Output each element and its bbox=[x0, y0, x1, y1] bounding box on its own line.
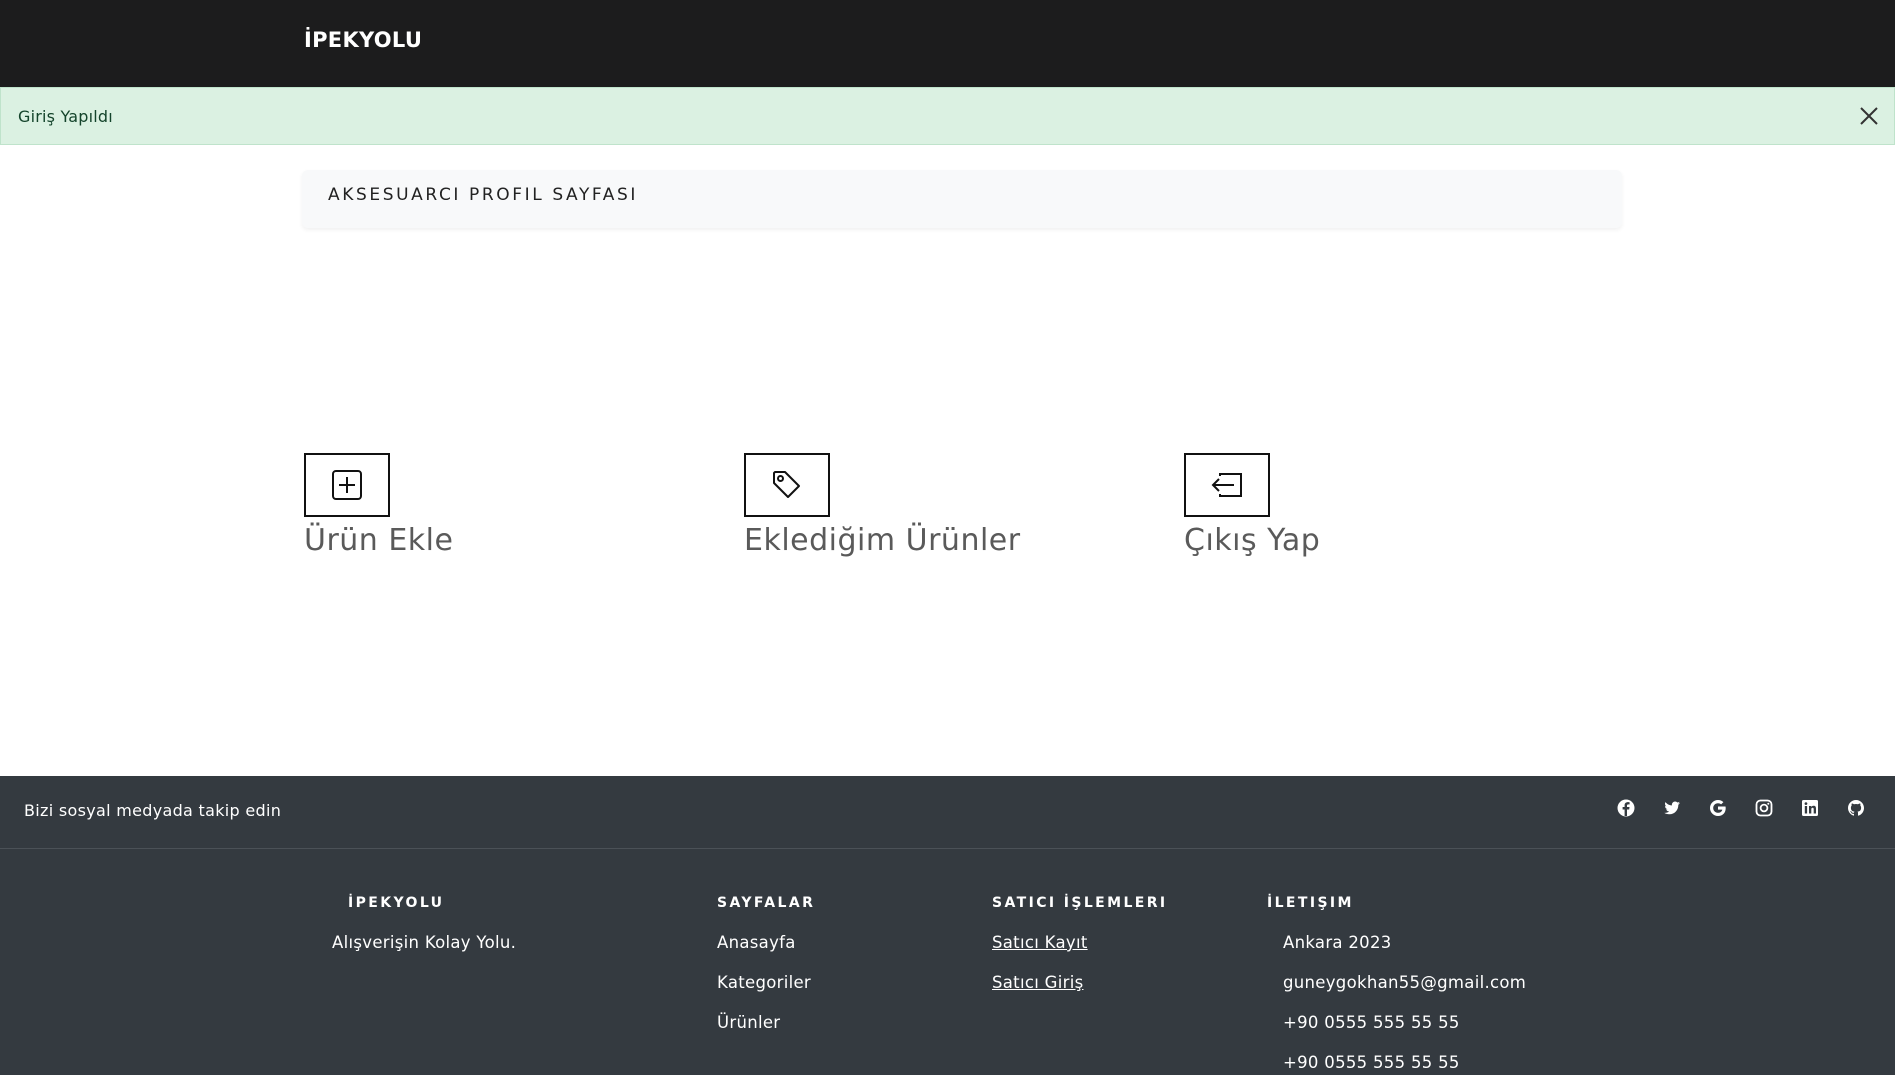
footer-link-seller-register[interactable]: Satıcı Kayıt bbox=[992, 933, 1088, 952]
alert-message: Giriş Yapıldı bbox=[18, 107, 113, 126]
plus-square-icon bbox=[304, 453, 390, 517]
login-success-alert: Giriş Yapıldı bbox=[0, 87, 1895, 145]
footer-contact-phone: +90 0555 555 55 55 bbox=[1283, 1013, 1460, 1032]
tag-icon bbox=[744, 453, 830, 517]
instagram-icon[interactable] bbox=[1755, 799, 1773, 817]
box-arrow-left-icon bbox=[1184, 453, 1270, 517]
social-icons bbox=[1617, 799, 1865, 817]
footer-contact-column: İLETIŞIM Ankara 2023 guneygokhan55@gmail… bbox=[1267, 895, 1526, 1072]
footer-brand-column: İPEKYOLU Alışverişin Kolay Yolu. bbox=[332, 895, 516, 952]
footer-contact-location: Ankara 2023 bbox=[1283, 933, 1392, 952]
top-navbar: İPEKYOLU bbox=[0, 0, 1895, 87]
profile-header-card: AKSESUARCI PROFIL SAYFASI bbox=[302, 170, 1622, 228]
my-products-label: Eklediğim Ürünler bbox=[744, 523, 1021, 558]
add-product-action[interactable]: Ürün Ekle bbox=[304, 453, 453, 558]
my-products-action[interactable]: Eklediğim Ürünler bbox=[744, 453, 1021, 558]
footer-link-seller-login[interactable]: Satıcı Giriş bbox=[992, 973, 1083, 992]
footer-pages-column: SAYFALAR Anasayfa Kategoriler Ürünler bbox=[717, 895, 816, 1032]
google-icon[interactable] bbox=[1709, 799, 1727, 817]
footer-pages-title: SAYFALAR bbox=[717, 895, 816, 911]
brand-link[interactable]: İPEKYOLU bbox=[304, 28, 422, 52]
footer-link-products[interactable]: Ürünler bbox=[717, 1013, 780, 1032]
footer-seller-title: SATICI İŞLEMLERI bbox=[992, 895, 1168, 911]
footer-seller-column: SATICI İŞLEMLERI Satıcı Kayıt Satıcı Gir… bbox=[992, 895, 1168, 992]
social-bar: Bizi sosyal medyada takip edin bbox=[0, 776, 1895, 849]
social-follow-text: Bizi sosyal medyada takip edin bbox=[24, 801, 282, 820]
github-icon[interactable] bbox=[1847, 799, 1865, 817]
twitter-icon[interactable] bbox=[1663, 799, 1681, 817]
footer-brand-title: İPEKYOLU bbox=[348, 895, 445, 911]
linkedin-icon[interactable] bbox=[1801, 799, 1819, 817]
footer-contact-email: guneygokhan55@gmail.com bbox=[1283, 973, 1527, 992]
page-title: AKSESUARCI PROFIL SAYFASI bbox=[328, 185, 638, 205]
footer-tagline: Alışverişin Kolay Yolu. bbox=[332, 933, 517, 952]
footer-link-categories[interactable]: Kategoriler bbox=[717, 973, 811, 992]
footer-contact-title: İLETIŞIM bbox=[1267, 895, 1354, 911]
close-icon[interactable] bbox=[1858, 105, 1880, 127]
add-product-label: Ürün Ekle bbox=[304, 523, 454, 558]
logout-action[interactable]: Çıkış Yap bbox=[1184, 453, 1320, 558]
footer-contact-phone-2: +90 0555 555 55 55 bbox=[1283, 1053, 1460, 1072]
facebook-icon[interactable] bbox=[1617, 799, 1635, 817]
footer: İPEKYOLU Alışverişin Kolay Yolu. SAYFALA… bbox=[0, 849, 1895, 1075]
logout-label: Çıkış Yap bbox=[1184, 523, 1321, 558]
footer-link-home[interactable]: Anasayfa bbox=[717, 933, 796, 952]
